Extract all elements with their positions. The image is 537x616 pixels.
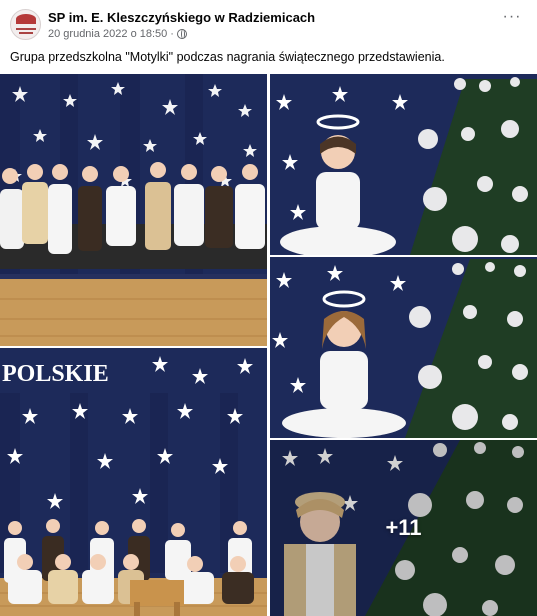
page-name-link[interactable]: SP im. E. Kleszczyńskiego w Radziemicach [48,10,315,25]
photo-gallery: POLSKIE +11 [0,74,537,616]
page-avatar[interactable] [10,9,41,40]
banner-text: POLSKIE [2,361,109,387]
avatar-line [19,32,33,34]
gallery-photo-2[interactable] [270,74,537,255]
more-photos-overlay[interactable]: +11 [270,440,537,616]
school-crest-icon [16,14,36,24]
gallery-photo-1[interactable] [0,74,267,346]
post-header: SP im. E. Kleszczyńskiego w Radziemicach… [0,0,537,46]
globe-icon [176,29,187,39]
gallery-photo-3[interactable] [270,257,537,438]
gallery-photo-4[interactable]: POLSKIE [0,348,267,616]
post-meta: 20 grudnia 2022 o 18:50 · [48,28,187,40]
avatar-line [16,28,36,30]
more-options-icon[interactable]: ··· [501,9,523,28]
more-photos-count: +11 [385,515,422,540]
gallery-photo-5[interactable]: +11 [270,440,537,616]
meta-separator: · [170,28,174,40]
post-date-link[interactable]: 20 grudnia 2022 o 18:50 [48,28,167,40]
post-caption: Grupa przedszkolna "Motylki" podczas nag… [10,50,445,64]
